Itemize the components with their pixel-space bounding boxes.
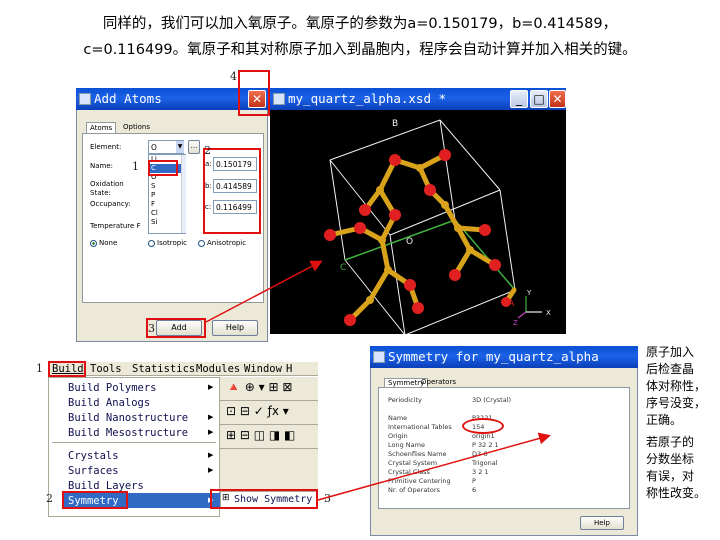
arrow-to-symmetry [317,432,551,501]
arrow-to-viewer [205,260,323,323]
annotation-arrows [205,260,551,501]
